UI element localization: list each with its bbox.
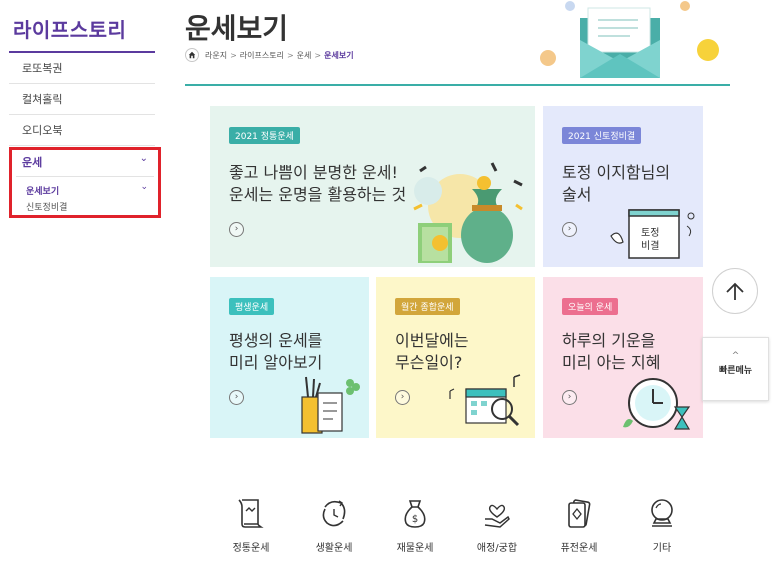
category-label: 재물운세 bbox=[396, 543, 434, 554]
breadcrumb-separator: > bbox=[314, 50, 322, 60]
card-tojeong[interactable]: 2021 신토정비결 토정 이지함님의 술서 › 토정 비결 bbox=[543, 106, 703, 267]
content-top-rule bbox=[185, 84, 730, 86]
card-lifetime-fortune[interactable]: 평생운세 평생의 운세를 미리 알아보기 › bbox=[210, 277, 369, 438]
chevron-right-icon[interactable]: › bbox=[562, 390, 577, 405]
category-wealth[interactable]: $ 재물운세 bbox=[385, 497, 445, 554]
card-title-line: 토정 이지함님의 bbox=[562, 163, 671, 182]
sidebar-item-fortune-label[interactable]: 운세 bbox=[22, 154, 42, 170]
category-etc[interactable]: 기타 bbox=[632, 497, 692, 554]
sidebar-item-fortune: 운세 ⌄ 운세보기 ⌄ 신토정비결 bbox=[9, 147, 161, 218]
svg-text:$: $ bbox=[412, 514, 418, 525]
category-fusion[interactable]: 퓨전운세 bbox=[549, 497, 609, 554]
card-title: 토정 이지함님의 술서 bbox=[562, 162, 670, 206]
quick-menu-button[interactable]: ^ 빠른메뉴 bbox=[702, 337, 769, 401]
card-title-line: 평생의 운세를 bbox=[229, 331, 323, 350]
category-label: 애정/궁합 bbox=[476, 543, 518, 554]
cycle-icon bbox=[322, 500, 346, 527]
category-label: 정통운세 bbox=[232, 543, 270, 554]
category-label: 퓨전운세 bbox=[560, 543, 598, 554]
breadcrumb-item[interactable]: 라이프스토리 bbox=[240, 50, 284, 61]
card-tag: 2021 신토정비결 bbox=[562, 127, 642, 144]
sidebar-item-culture[interactable]: 컬쳐홀릭 bbox=[9, 84, 155, 115]
card-title-line: 운세는 운명을 활용하는 것 bbox=[229, 185, 407, 204]
card-title: 평생의 운세를 미리 알아보기 bbox=[229, 330, 322, 374]
stationery-illustration bbox=[301, 376, 360, 434]
category-love[interactable]: 애정/궁합 bbox=[467, 497, 527, 554]
crystal-ball-icon bbox=[651, 499, 673, 527]
scroll-icon bbox=[238, 499, 264, 528]
arrow-up-icon bbox=[726, 282, 744, 300]
chevron-down-icon[interactable]: ⌄ bbox=[140, 182, 148, 192]
money-bag-illustration bbox=[413, 162, 523, 263]
page-title: 운세보기 bbox=[185, 12, 289, 45]
category-traditional[interactable]: 정통운세 bbox=[221, 497, 281, 554]
chevron-down-icon[interactable]: ⌄ bbox=[140, 153, 148, 164]
envelope-illustration bbox=[540, 1, 719, 78]
money-bag-icon: $ bbox=[404, 500, 426, 528]
card-traditional-fortune[interactable]: 2021 정통운세 좋고 나쁨이 분명한 운세! 운세는 운명을 활용하는 것 … bbox=[210, 106, 535, 267]
card-title-line: 이번달에는 bbox=[395, 331, 469, 350]
breadcrumb-separator: > bbox=[230, 50, 237, 60]
breadcrumb: 라운지 > 라이프스토리 > 운세 > 운세보기 bbox=[185, 48, 354, 62]
divider bbox=[16, 176, 154, 177]
card-title-line: 좋고 나쁨이 분명한 운세! bbox=[229, 163, 398, 182]
clock-illustration bbox=[623, 378, 691, 430]
category-label: 기타 bbox=[652, 543, 672, 554]
book-label-line: 토정 bbox=[641, 228, 660, 239]
breadcrumb-separator: > bbox=[286, 50, 294, 60]
card-tag: 평생운세 bbox=[229, 298, 275, 315]
quick-menu-label: 빠른메뉴 bbox=[718, 366, 753, 376]
chevron-right-icon[interactable]: › bbox=[562, 222, 577, 237]
submenu-item-tojeong[interactable]: 신토정비결 bbox=[26, 200, 67, 213]
cards-icon bbox=[568, 499, 591, 528]
card-title-line: 미리 알아보기 bbox=[229, 353, 323, 372]
card-tag: 오늘의 운세 bbox=[562, 298, 619, 315]
category-label: 생활운세 bbox=[315, 543, 353, 554]
card-monthly-fortune[interactable]: 월간 종합운세 이번달에는 무슨일이? › bbox=[376, 277, 535, 438]
breadcrumb-item[interactable]: 라운지 bbox=[205, 50, 227, 61]
breadcrumb-current: 운세보기 bbox=[324, 50, 354, 60]
chevron-up-icon: ^ bbox=[731, 351, 740, 361]
breadcrumb-item[interactable]: 운세 bbox=[297, 50, 312, 61]
card-title: 이번달에는 무슨일이? bbox=[395, 330, 469, 374]
card-title-line: 하루의 기운을 bbox=[562, 331, 656, 350]
book-label-line: 비결 bbox=[641, 241, 660, 252]
heart-hand-icon bbox=[484, 504, 510, 528]
brand-title[interactable]: 라이프스토리 bbox=[13, 14, 126, 43]
book-label: 토정 비결 bbox=[641, 227, 659, 253]
chevron-right-icon[interactable]: › bbox=[229, 390, 244, 405]
home-icon[interactable] bbox=[185, 48, 199, 62]
card-title: 좋고 나쁨이 분명한 운세! 운세는 운명을 활용하는 것 bbox=[229, 162, 406, 206]
card-tag: 월간 종합운세 bbox=[395, 298, 460, 315]
card-today-fortune[interactable]: 오늘의 운세 하루의 기운을 미리 아는 지혜 › bbox=[543, 277, 703, 438]
calendar-illustration bbox=[449, 374, 521, 427]
sidebar-item-lotto[interactable]: 로또복권 bbox=[9, 53, 155, 84]
scroll-top-button[interactable] bbox=[712, 268, 758, 314]
category-life[interactable]: 생활운세 bbox=[304, 497, 364, 554]
card-title: 하루의 기운을 미리 아는 지혜 bbox=[562, 330, 661, 374]
card-tag: 2021 정통운세 bbox=[229, 127, 300, 144]
chevron-right-icon[interactable]: › bbox=[395, 390, 410, 405]
submenu-item-fortune-view[interactable]: 운세보기 bbox=[26, 184, 59, 197]
sidebar-item-audiobook[interactable]: 오디오북 bbox=[9, 115, 155, 146]
chevron-right-icon[interactable]: › bbox=[229, 222, 244, 237]
